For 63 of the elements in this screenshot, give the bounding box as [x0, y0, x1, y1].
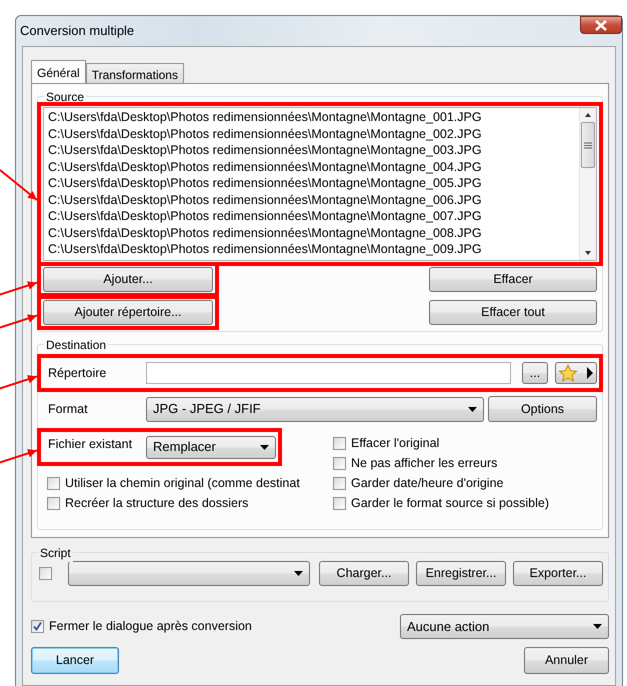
script-dropdown[interactable]	[68, 561, 310, 586]
arrow-right-icon	[586, 367, 594, 379]
arrow	[0, 281, 38, 296]
checkbox[interactable]	[39, 567, 52, 580]
option-label[interactable]: Ne pas afficher les erreurs	[351, 454, 498, 472]
list-item[interactable]: C:\Users\fda\Desktop\Photos redimensionnées\Montagne\Montagne_005.JPG	[48, 175, 575, 192]
scrollbar[interactable]	[579, 108, 596, 260]
favorites-button[interactable]	[555, 362, 597, 384]
clear-button[interactable]: Effacer	[429, 267, 597, 292]
tab[interactable]: Transformations	[86, 63, 184, 83]
clear-button[interactable]: Effacer tout	[429, 300, 597, 325]
arrow	[0, 169, 38, 201]
add-button[interactable]: Ajouter répertoire...	[43, 300, 213, 325]
existing-file-dropdown[interactable]: Remplacer	[146, 436, 276, 458]
checkbox[interactable]	[47, 496, 60, 510]
grip-icon	[584, 142, 592, 148]
checkbox[interactable]	[333, 436, 346, 450]
list-item[interactable]: C:\Users\fda\Desktop\Photos redimensionnées\Montagne\Montagne_001.JPG	[48, 109, 575, 126]
list-item[interactable]: C:\Users\fda\Desktop\Photos redimensionnées\Montagne\Montagne_007.JPG	[48, 208, 575, 224]
checkbox[interactable]	[333, 496, 346, 510]
add-button[interactable]: Ajouter...	[43, 267, 213, 292]
list-item[interactable]: C:\Users\fda\Desktop\Photos redimensionnées\Montagne\Montagne_004.JPG	[48, 158, 575, 175]
option-label[interactable]: Utiliser la chemin original (comme destinat	[65, 474, 300, 492]
close-icon	[594, 20, 608, 30]
tab[interactable]: Général	[31, 60, 86, 83]
caret-icon	[294, 571, 303, 576]
format-dropdown[interactable]: JPG - JPEG / JFIF	[146, 396, 484, 422]
caret-icon	[593, 624, 602, 629]
option-label[interactable]: Recréer la structure des dossiers	[65, 494, 248, 512]
scroll-thumb[interactable]	[581, 122, 595, 168]
caret-icon	[468, 406, 477, 412]
options-button[interactable]: Options	[488, 396, 597, 422]
arrow	[0, 449, 38, 464]
script-button[interactable]: Charger...	[319, 561, 409, 586]
caret-icon	[260, 444, 269, 450]
window-title: Conversion multiple	[20, 22, 134, 40]
action-dropdown[interactable]: Aucune action	[400, 614, 609, 639]
option-label[interactable]: Garder le format source si possible)	[351, 494, 549, 512]
arrow	[0, 375, 38, 390]
option-label[interactable]: Effacer l'original	[351, 434, 440, 452]
list-item[interactable]: C:\Users\fda\Desktop\Photos redimensionnées\Montagne\Montagne_003.JPG	[48, 142, 575, 158]
star-icon	[558, 364, 578, 382]
list-item[interactable]: C:\Users\fda\Desktop\Photos redimensionnées\Montagne\Montagne_009.JPG	[48, 241, 575, 258]
script-button[interactable]: Exporter...	[513, 561, 603, 586]
checkbox[interactable]	[47, 476, 60, 490]
list-item[interactable]: C:\Users\fda\Desktop\Photos redimensionnées\Montagne\Montagne_008.JPG	[48, 224, 575, 241]
list-item[interactable]: C:\Users\fda\Desktop\Photos redimensionnées\Montagne\Montagne_006.JPG	[48, 192, 575, 208]
arrow	[0, 314, 38, 329]
field-label: Fichier existant	[47, 436, 134, 453]
checkbox[interactable]	[333, 456, 346, 470]
option-label[interactable]: Garder date/heure d'origine	[351, 474, 504, 492]
option-label[interactable]: Fermer le dialogue après conversion	[49, 617, 252, 636]
close-button[interactable]	[580, 16, 622, 34]
browse-button[interactable]: ...	[522, 362, 548, 384]
checkbox[interactable]	[31, 620, 44, 633]
checkbox[interactable]	[333, 476, 346, 490]
list-item[interactable]: C:\Users\fda\Desktop\Photos redimensionnées\Montagne\Montagne_002.JPG	[48, 126, 575, 142]
start-button[interactable]: Lancer	[31, 647, 119, 674]
directory-field[interactable]	[146, 362, 511, 384]
field-label: Répertoire	[47, 364, 108, 382]
script-button[interactable]: Enregistrer...	[416, 561, 506, 586]
field-label: Format	[47, 400, 89, 418]
cancel-button[interactable]: Annuler	[524, 647, 609, 674]
